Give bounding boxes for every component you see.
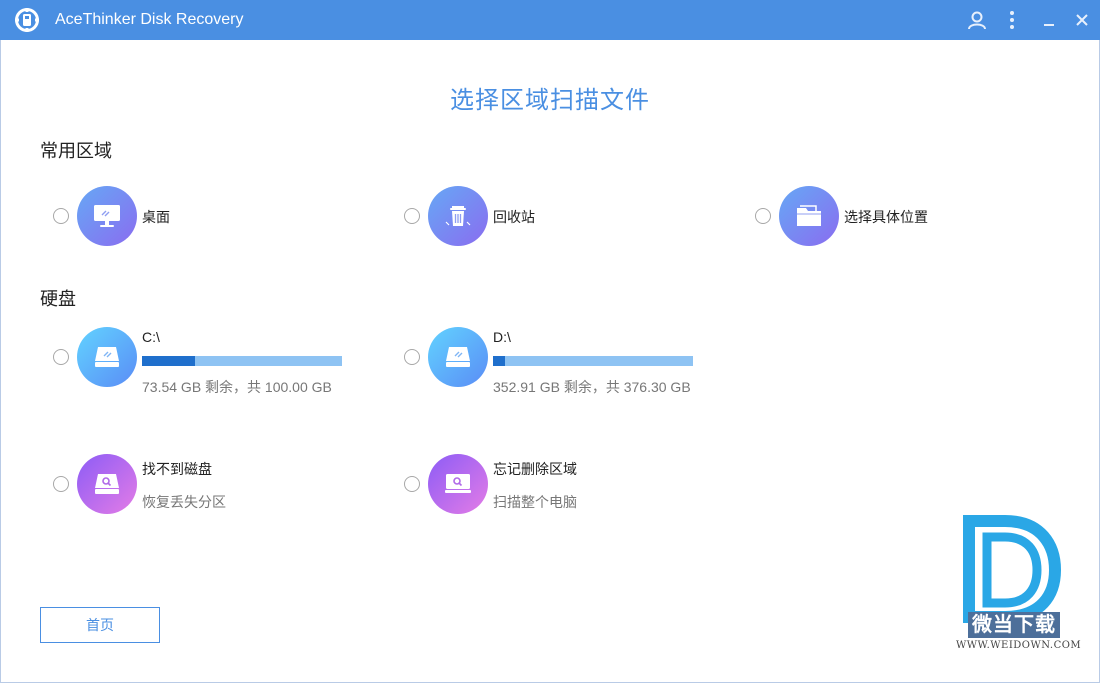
page-title: 选择区域扫描文件: [450, 87, 650, 114]
hard-drive-icon: [446, 347, 470, 367]
recycle-bin-icon: [445, 206, 471, 226]
drive-c-usage-bar: [142, 356, 342, 366]
drive-d-label: D:\: [493, 329, 511, 345]
disks-heading: 硬盘: [40, 289, 76, 309]
radio-specific-location[interactable]: [755, 208, 771, 224]
app-logo-icon: [15, 8, 39, 32]
scan-computer-icon: [445, 474, 471, 493]
desktop-icon: [94, 205, 120, 227]
radio-drive-d[interactable]: [404, 349, 420, 365]
folder-icon-badge[interactable]: [779, 186, 839, 246]
drive-d-icon-badge[interactable]: [428, 327, 488, 387]
drive-d-usage-fill: [493, 356, 506, 366]
forgotten-area-label: 忘记删除区域: [493, 461, 577, 477]
lost-disk-icon: [95, 474, 119, 494]
user-account-icon[interactable]: [965, 8, 989, 32]
radio-desktop[interactable]: [53, 208, 69, 224]
drive-d-usage-bar: [493, 356, 693, 366]
drive-c-space-text: 73.54 GB 剩余，共 100.00 GB: [142, 379, 332, 395]
more-menu-icon[interactable]: [1000, 8, 1024, 32]
home-button[interactable]: 首页: [40, 607, 160, 643]
drive-d-space-text: 352.91 GB 剩余，共 376.30 GB: [493, 379, 691, 395]
title-bar: AceThinker Disk Recovery: [0, 0, 1100, 40]
recycle-bin-label: 回收站: [493, 209, 535, 225]
radio-lost-disk[interactable]: [53, 476, 69, 492]
scan-computer-icon-badge[interactable]: [428, 454, 488, 514]
specific-location-label: 选择具体位置: [844, 209, 928, 225]
close-icon[interactable]: [1070, 8, 1094, 32]
lost-disk-label: 找不到磁盘: [142, 461, 212, 477]
desktop-icon-badge[interactable]: [77, 186, 137, 246]
lost-disk-icon-badge[interactable]: [77, 454, 137, 514]
recycle-bin-icon-badge[interactable]: [428, 186, 488, 246]
app-title: AceThinker Disk Recovery: [55, 11, 244, 28]
desktop-label: 桌面: [142, 209, 170, 225]
lost-disk-sub: 恢复丢失分区: [142, 494, 226, 510]
common-area-heading: 常用区域: [40, 141, 112, 161]
drive-c-label: C:\: [142, 329, 160, 345]
hard-drive-icon: [95, 347, 119, 367]
radio-drive-c[interactable]: [53, 349, 69, 365]
drive-c-usage-fill: [142, 356, 195, 366]
forgotten-area-sub: 扫描整个电脑: [493, 494, 577, 510]
radio-recycle-bin[interactable]: [404, 208, 420, 224]
radio-forgotten-area[interactable]: [404, 476, 420, 492]
watermark-text: 微当下载: [968, 612, 1060, 638]
minimize-icon[interactable]: [1037, 8, 1061, 32]
watermark-url: WWW.WEIDOWN.COM: [956, 640, 1082, 651]
folder-icon: [797, 205, 821, 226]
drive-c-icon-badge[interactable]: [77, 327, 137, 387]
